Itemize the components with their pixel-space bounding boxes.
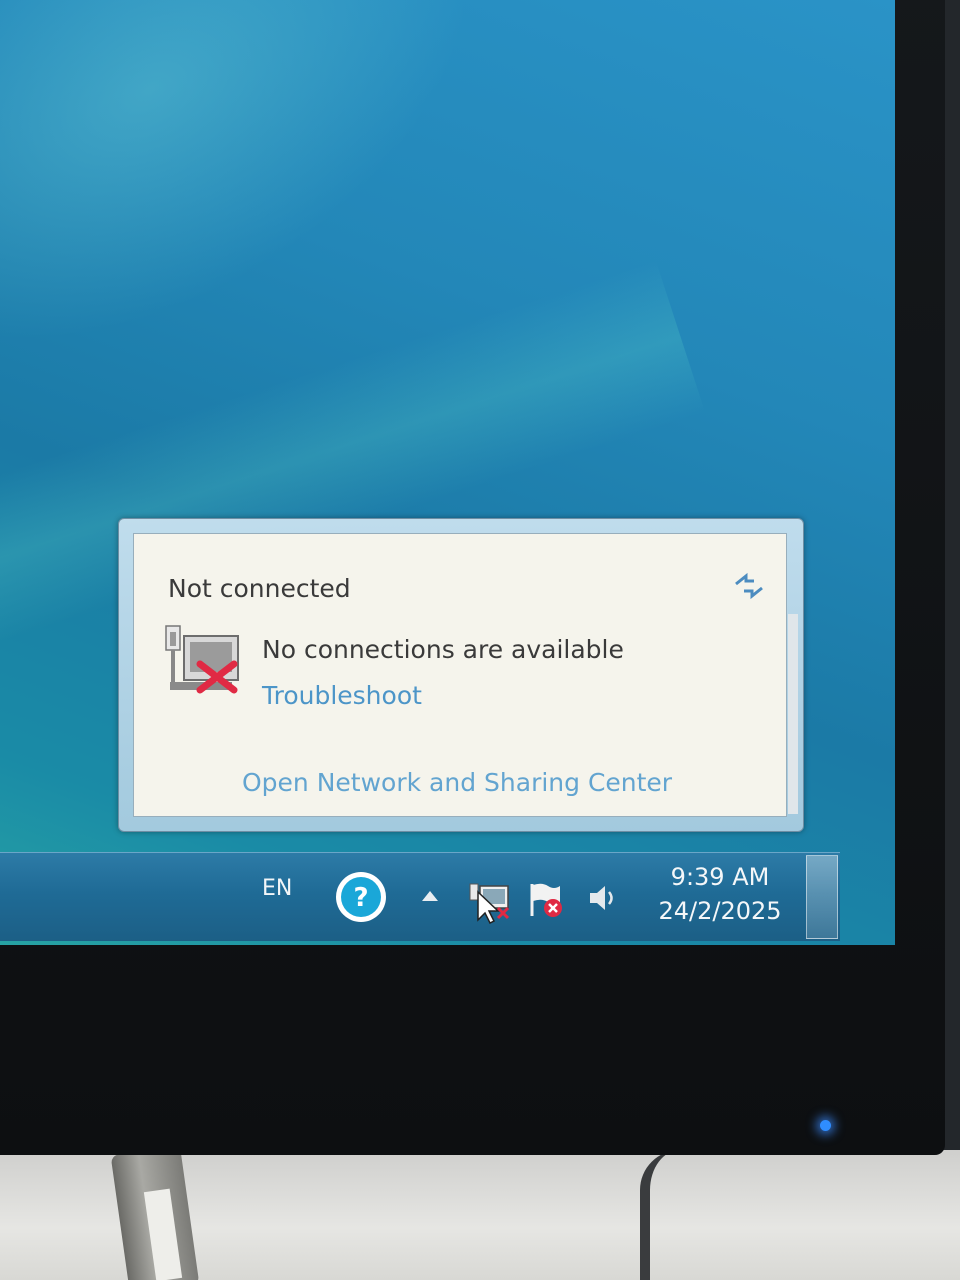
- stand-cable: [640, 1150, 710, 1280]
- desktop-screen: Not connected No connections are availab…: [0, 0, 895, 945]
- language-indicator[interactable]: EN: [262, 876, 292, 901]
- svg-text:?: ?: [353, 883, 368, 913]
- open-network-center-link[interactable]: Open Network and Sharing Center: [242, 768, 672, 797]
- volume-icon[interactable]: [586, 882, 620, 914]
- troubleshoot-link[interactable]: Troubleshoot: [262, 681, 422, 710]
- clock-time: 9:39 AM: [670, 863, 770, 891]
- flyout-title: Not connected: [168, 574, 351, 603]
- help-icon[interactable]: ?: [334, 870, 388, 924]
- network-flyout-panel: Not connected No connections are availab…: [133, 533, 798, 817]
- refresh-icon[interactable]: [732, 570, 766, 602]
- network-disconnected-icon: [165, 625, 239, 694]
- taskbar-clock[interactable]: 9:39 AM 24/2/2025: [650, 860, 790, 928]
- no-connections-text: No connections are available: [262, 635, 624, 664]
- show-hidden-icons-arrow-icon[interactable]: [420, 889, 440, 903]
- network-tray-icon[interactable]: [466, 878, 512, 924]
- flyout-scrollbar[interactable]: [788, 614, 798, 814]
- photo-scene: Not connected No connections are availab…: [0, 0, 960, 1280]
- action-center-flag-icon[interactable]: [526, 880, 566, 920]
- network-flyout: Not connected No connections are availab…: [118, 518, 804, 832]
- show-desktop-button[interactable]: [806, 855, 838, 939]
- clock-date: 24/2/2025: [658, 897, 782, 925]
- power-led: [820, 1120, 831, 1131]
